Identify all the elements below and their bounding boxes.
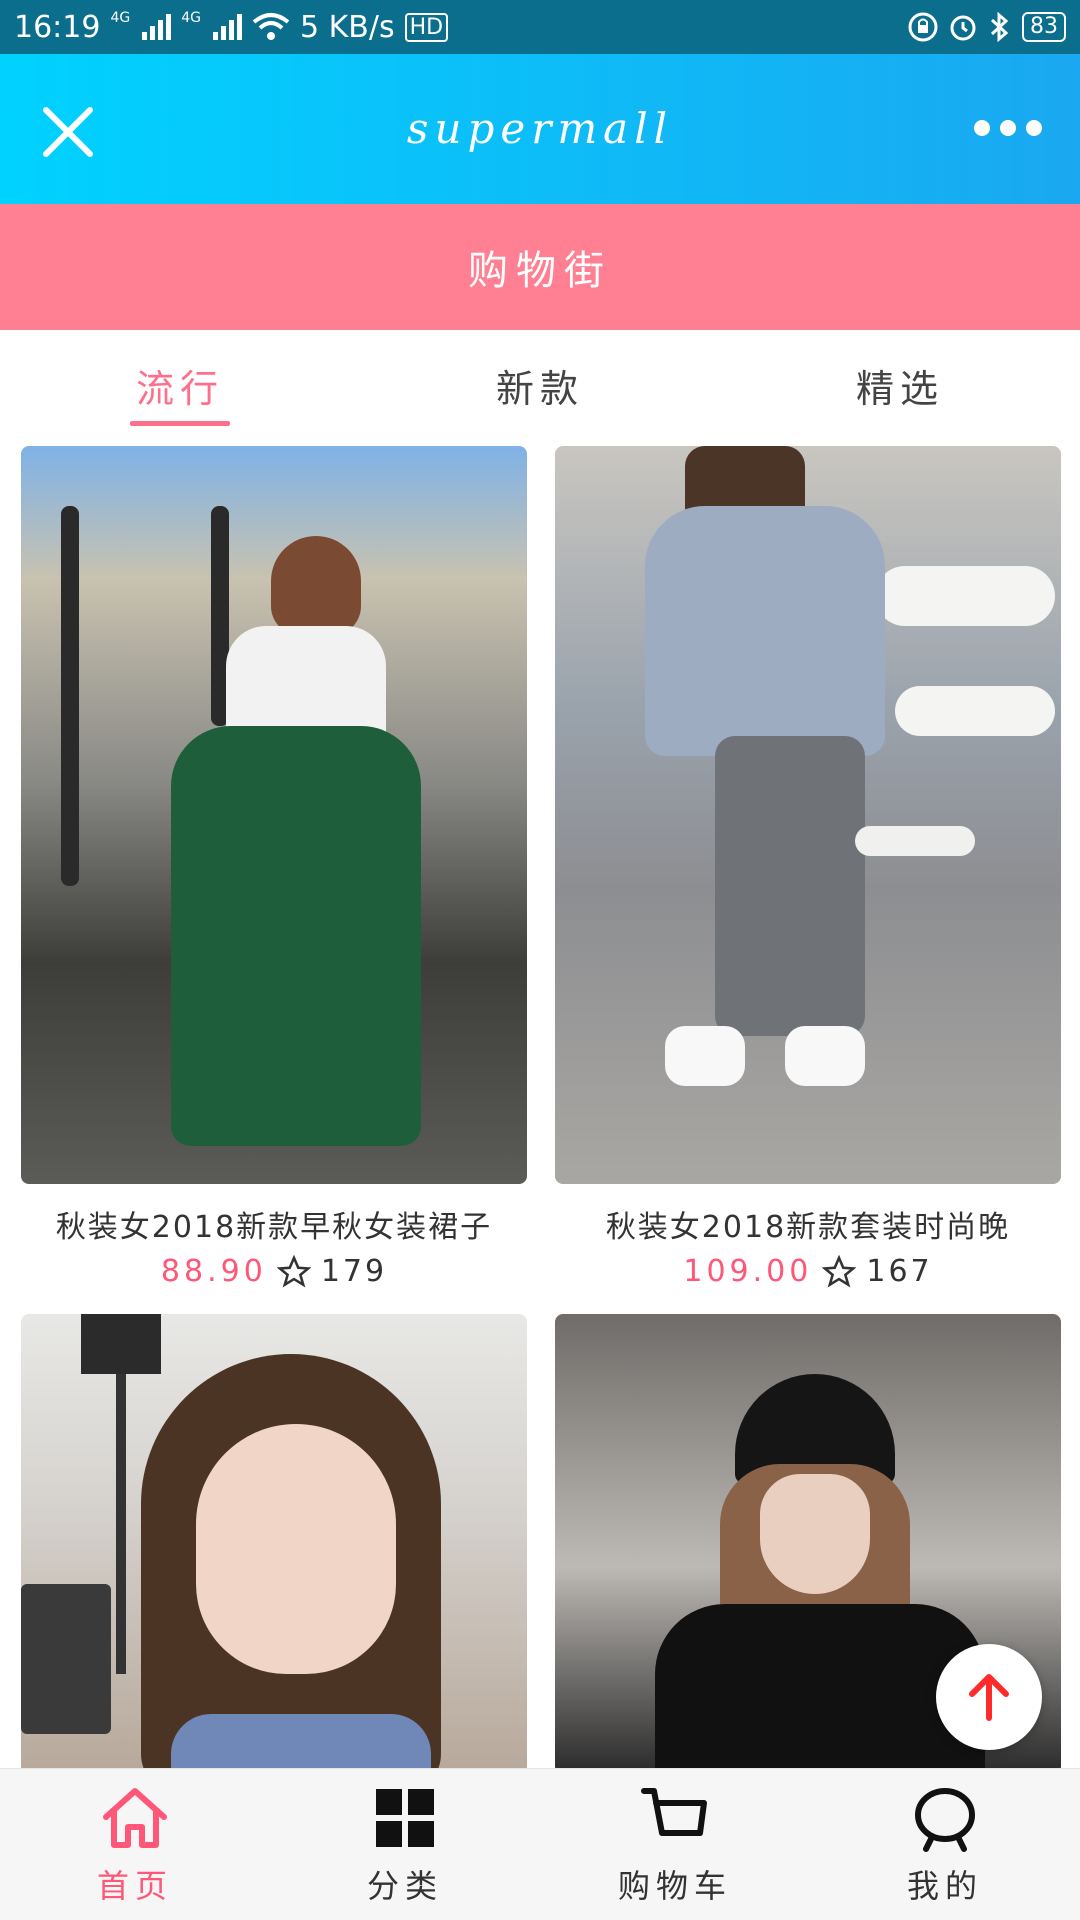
network-type-1: 4G	[110, 9, 131, 26]
goods-image	[21, 446, 527, 1184]
tab-label: 新款	[495, 366, 584, 411]
network-type-2: 4G	[181, 9, 201, 26]
goods-price: 88.90	[160, 1254, 267, 1289]
goods-title: 秋装女2018新款套装时尚晚	[605, 1210, 1011, 1245]
alarm-icon	[950, 15, 976, 41]
status-bar: 16:19 4G 4G 5 KB/s HD 83	[0, 0, 1080, 54]
category-icon	[376, 1788, 434, 1847]
tabbar-item-profile[interactable]: 我的	[810, 1769, 1080, 1920]
cart-icon	[641, 1787, 707, 1836]
goods-collect-count: 179	[320, 1254, 388, 1289]
tabbar-label: 我的	[906, 1866, 983, 1905]
goods-image	[555, 446, 1061, 1184]
goods-item[interactable]: 秋装女2018新款早秋女装裙子 88.90 179	[21, 446, 527, 1289]
nav-bar: 购物街	[0, 204, 1080, 330]
tabbar-item-cart[interactable]: 购物车	[540, 1769, 810, 1920]
home-icon	[103, 1787, 167, 1848]
arrow-up-icon	[969, 1674, 1009, 1721]
goods-title: 秋装女2018新款早秋女装裙子	[55, 1210, 493, 1245]
star-icon	[822, 1254, 857, 1288]
signal-icon	[142, 14, 172, 40]
tabbar-label: 分类	[366, 1866, 443, 1905]
more-icon[interactable]	[974, 120, 1042, 136]
tabbar-item-category[interactable]: 分类	[270, 1769, 540, 1920]
goods-price: 109.00	[683, 1254, 813, 1289]
goods-list: 秋装女2018新款早秋女装裙子 88.90 179 秋装女2018新款套装时尚晚…	[0, 446, 1080, 1768]
tabbar-item-home[interactable]: 首页	[0, 1769, 270, 1920]
hd-icon: HD	[404, 12, 449, 42]
back-top-button[interactable]	[936, 1644, 1042, 1750]
status-time: 16:19	[14, 9, 101, 45]
tab-selected[interactable]: 精选	[720, 330, 1080, 440]
signal-icon	[213, 14, 242, 40]
tabbar-label: 购物车	[617, 1866, 732, 1905]
goods-collect-count: 167	[866, 1254, 933, 1289]
page-title: supermall	[406, 104, 674, 153]
tab-control: 流行 新款 精选	[0, 330, 1080, 440]
tab-new[interactable]: 新款	[360, 330, 720, 440]
nav-title: 购物街	[468, 248, 612, 294]
goods-image	[21, 1314, 527, 1768]
battery-icon: 83	[1022, 12, 1066, 42]
bluetooth-icon	[990, 12, 1009, 42]
wifi-icon	[252, 13, 290, 40]
goods-item[interactable]	[21, 1314, 527, 1768]
tab-popular[interactable]: 流行	[0, 330, 360, 440]
bottom-tab-bar: 首页 分类 购物车 我的	[0, 1768, 1080, 1920]
tab-label: 流行	[135, 366, 224, 411]
profile-icon	[915, 1787, 975, 1852]
tabbar-label: 首页	[96, 1866, 173, 1905]
star-icon	[276, 1254, 311, 1288]
tab-label: 精选	[855, 366, 944, 411]
miniprogram-titlebar: supermall	[0, 54, 1080, 204]
network-speed: 5 KB/s	[300, 9, 395, 45]
goods-item[interactable]: 秋装女2018新款套装时尚晚 109.00 167	[555, 446, 1061, 1289]
lock-icon	[908, 12, 938, 42]
